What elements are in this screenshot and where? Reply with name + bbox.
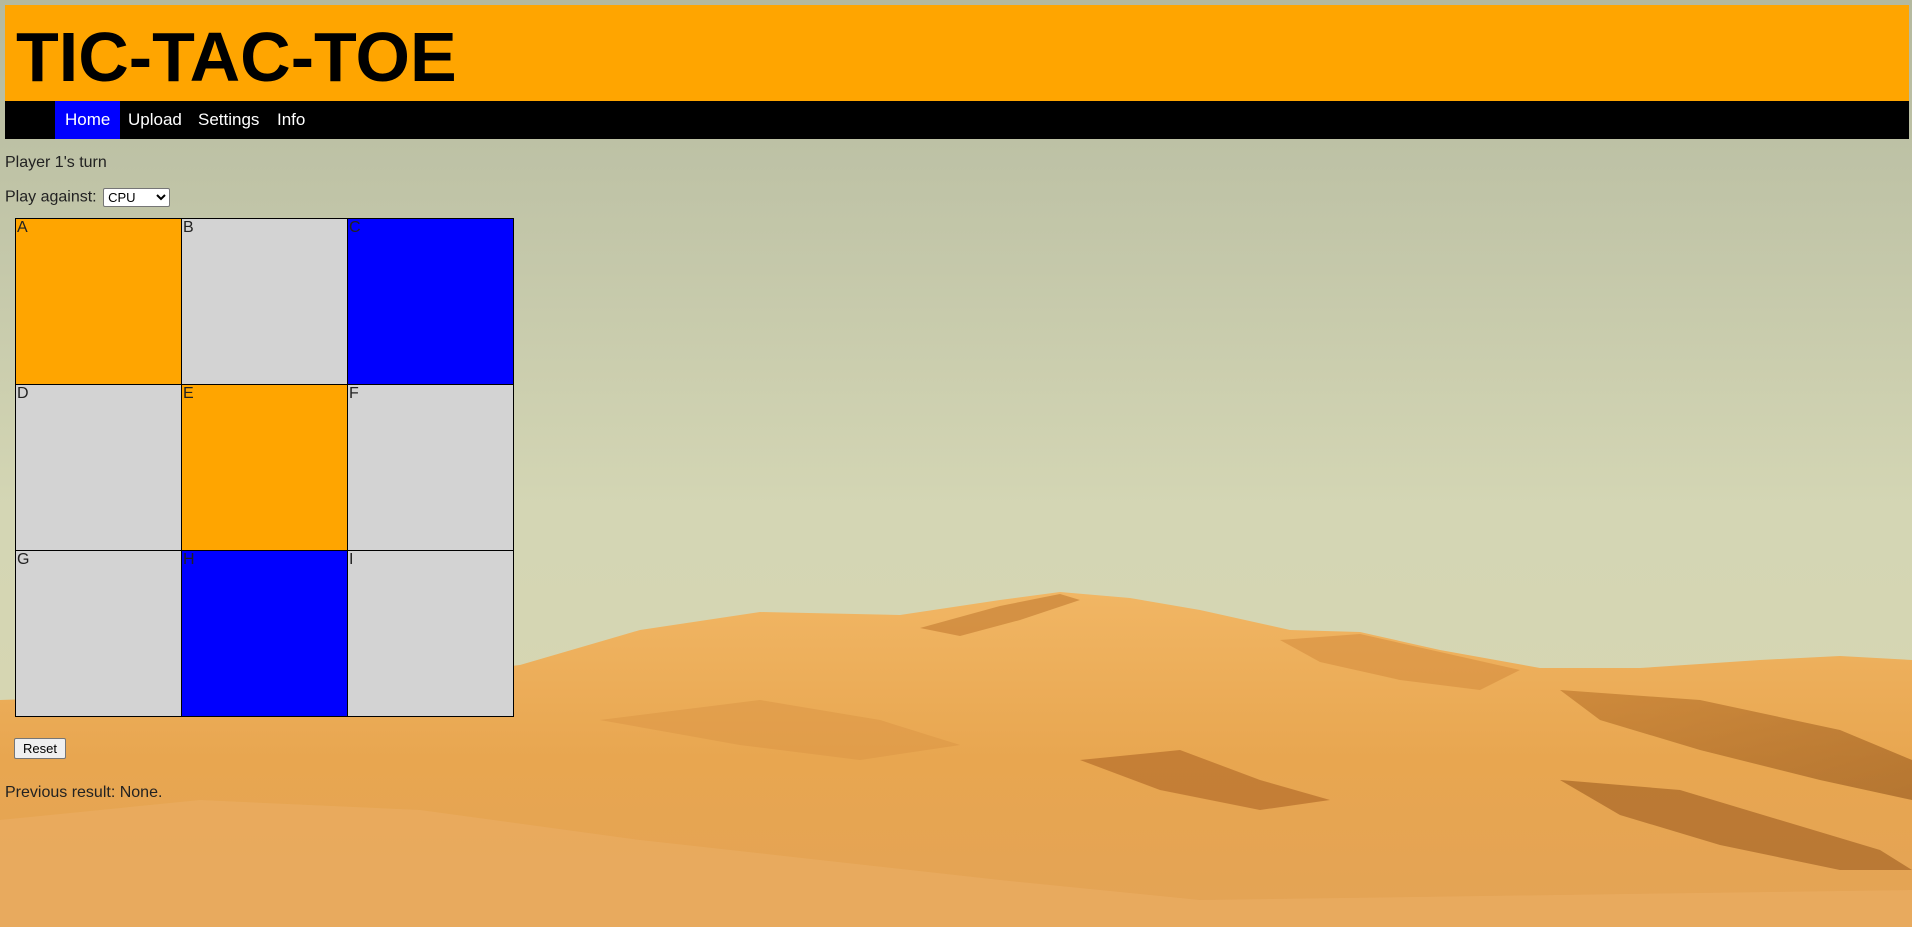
game-board: A B C D E F G H I (15, 218, 516, 719)
cell-label: B (183, 219, 194, 236)
previous-result: Previous result: None. (5, 784, 163, 801)
nav-item-home[interactable]: Home (55, 101, 121, 139)
cell-label: D (17, 385, 29, 402)
nav-item-upload[interactable]: Upload (118, 101, 192, 139)
cell-label: C (349, 219, 361, 236)
board-cell-d[interactable]: D (15, 384, 182, 551)
site-header: TIC-TAC-TOE (5, 5, 1909, 101)
board-cell-i[interactable]: I (347, 550, 514, 717)
cell-label: H (183, 551, 195, 568)
cell-label: F (349, 385, 359, 402)
reset-button[interactable]: Reset (14, 738, 66, 759)
board-cell-a[interactable]: A (15, 218, 182, 385)
cell-label: A (17, 219, 28, 236)
board-cell-e[interactable]: E (181, 384, 348, 551)
nav-bar: Home Upload Settings Info (5, 101, 1909, 139)
board-cell-f[interactable]: F (347, 384, 514, 551)
cell-label: I (349, 551, 354, 568)
cell-label: G (17, 551, 30, 568)
page: TIC-TAC-TOE Home Upload Settings Info Pl… (0, 0, 1912, 927)
nav-item-info[interactable]: Info (267, 101, 315, 139)
opponent-select[interactable]: CPU (103, 188, 171, 207)
turn-status: Player 1's turn (5, 154, 107, 171)
board-cell-b[interactable]: B (181, 218, 348, 385)
cell-label: E (183, 385, 194, 402)
board-cell-c[interactable]: C (347, 218, 514, 385)
nav-item-settings[interactable]: Settings (188, 101, 269, 139)
opponent-selector: Play against: CPU (5, 188, 171, 207)
page-title: TIC-TAC-TOE (16, 18, 457, 96)
board-cell-g[interactable]: G (15, 550, 182, 717)
board-cell-h[interactable]: H (181, 550, 348, 717)
opponent-label: Play against: (5, 188, 97, 206)
